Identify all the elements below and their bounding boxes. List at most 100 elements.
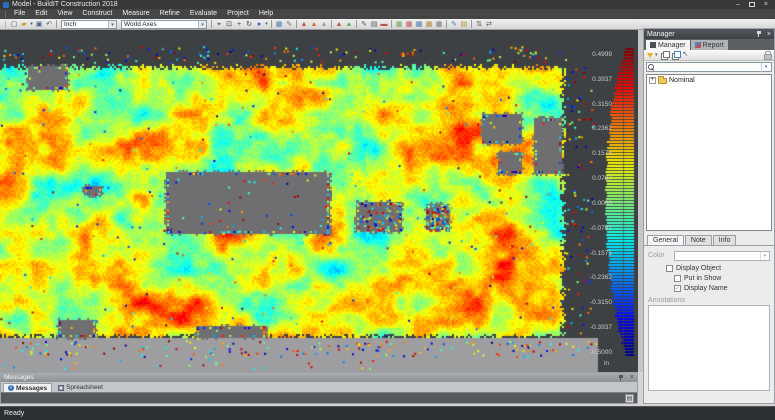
status-bar: Ready [0,406,775,420]
remove-points-icon[interactable]: ▬ [379,20,389,29]
close-icon[interactable]: × [630,373,634,382]
application-window: Model - BuildIT Construction 2018 – × Fi… [0,0,775,420]
folder-icon [658,78,667,84]
tree-item-nominal[interactable]: + Nominal [649,77,769,84]
window-controls: – × [736,0,768,9]
display-object-row: Display Object [666,265,770,272]
tab-spreadsheet[interactable]: Spreadsheet [54,383,107,392]
menu-edit[interactable]: Edit [30,9,52,19]
report-table-4-icon[interactable]: ▦ [424,20,434,29]
scan-tool-3-icon[interactable]: ▲ [319,20,329,29]
tab-general[interactable]: General [647,235,684,245]
put-in-show-row: Put in Show [674,275,770,282]
report-table-icon[interactable]: ▦ [394,20,404,29]
notes-tool-icon[interactable]: ▤ [459,20,469,29]
color-label: Color [648,252,670,259]
pin-icon[interactable] [618,375,624,381]
point-cloud-heatmap[interactable] [0,30,638,372]
duplicate-icon[interactable] [672,51,680,59]
tab-note[interactable]: Note [685,235,712,245]
save-icon[interactable]: ▣ [34,20,44,29]
annotate-icon[interactable]: ✎ [284,20,294,29]
display-name-label: Display Name [684,285,728,292]
target-tool-icon[interactable]: ▲ [334,20,344,29]
manager-toolbar: ▾ ↖ [644,50,774,61]
object-tree[interactable]: + Nominal [646,74,772,231]
coordinate-system-value: World Axes [124,21,157,28]
menu-project[interactable]: Project [222,9,254,19]
report-table-2-icon[interactable]: ▦ [404,20,414,29]
status-text: Ready [4,410,24,417]
filter-dropdown-icon[interactable]: ▾ [655,52,658,58]
scale-units-label: in [604,360,609,367]
messages-options-button[interactable]: ▤ [625,394,634,403]
label-tool-icon[interactable]: ✎ [449,20,459,29]
chevron-down-icon[interactable]: ▾ [108,21,116,28]
info-icon: i [8,385,14,391]
display-object-checkbox[interactable] [666,265,673,272]
open-file-icon[interactable]: ▰ [19,20,29,29]
model-viewport[interactable]: 0.49990.39370.31500.23620.15750.07870.00… [0,30,638,372]
tab-info[interactable]: Info [713,235,737,245]
menu-file[interactable]: File [9,9,30,19]
orbit-tool-icon[interactable]: ↻ [244,20,254,29]
menu-evaluate[interactable]: Evaluate [185,9,222,19]
close-button[interactable]: × [764,0,768,9]
tab-report-label: Report [703,42,724,49]
report-table-3-icon[interactable]: ▦ [414,20,424,29]
search-dropdown-icon[interactable]: ▾ [761,63,770,72]
grid-view-icon[interactable]: ▦ [274,20,284,29]
menu-construct[interactable]: Construct [77,9,117,19]
zoom-window-icon[interactable]: ⊡ [224,20,234,29]
menu-view[interactable]: View [52,9,77,19]
minimize-button[interactable]: – [736,0,740,9]
color-combobox[interactable]: ▾ [674,251,770,261]
toolbar-separator [471,20,472,28]
select-cursor-icon[interactable]: ↖ [683,51,689,59]
title-bar: Model - BuildIT Construction 2018 – × [0,0,775,9]
search-input[interactable] [655,63,761,71]
messages-content[interactable]: ▤ [1,392,637,403]
menu-help[interactable]: Help [254,9,278,19]
tab-manager[interactable]: Manager [646,40,690,50]
new-file-icon[interactable]: ▢ [9,20,19,29]
search-icon [648,64,655,71]
view-dropdown-icon[interactable]: ▾ [264,20,269,29]
sync-left-right-icon[interactable]: ⇄ [484,20,494,29]
menu-measure[interactable]: Measure [117,9,154,19]
sync-up-down-icon[interactable]: ⇅ [474,20,484,29]
undo-icon[interactable]: ↶ [44,20,54,29]
sheet-tool-icon[interactable]: ▤ [369,20,379,29]
chevron-down-icon[interactable]: ▾ [760,252,769,260]
render-mode-icon[interactable]: ● [254,20,264,29]
select-tool-icon[interactable]: ⌖ [214,20,224,29]
scan-tool-2-icon[interactable]: ▲ [309,20,319,29]
scale-tick-label: 0.3937 [572,76,612,84]
chevron-down-icon[interactable]: ▾ [198,21,206,28]
display-name-checkbox[interactable]: ✓ [674,285,681,292]
close-icon[interactable]: × [767,30,771,39]
toolbar-tool-groups: ⌖⊡+↻●▾▦✎▲▲▲▲▲✎▤▬▦▦▦▦▦✎▤⇅⇄ [209,20,494,29]
tree-expand-icon[interactable]: + [649,77,656,84]
report-table-5-icon[interactable]: ▦ [434,20,444,29]
menu-grip [4,11,7,18]
copy-icon[interactable] [661,51,669,59]
maximize-button[interactable] [749,2,755,7]
filter-icon[interactable] [647,53,653,58]
pin-icon[interactable] [756,31,762,38]
scale-tick-label: 0.3150 [572,101,612,109]
pan-tool-icon[interactable]: + [234,20,244,29]
coordinate-system-combobox[interactable]: World Axes ▾ [121,20,207,29]
annotations-textarea[interactable] [648,305,770,391]
search-box[interactable]: ▾ [646,62,772,72]
units-combobox[interactable]: Inch ▾ [61,20,117,29]
tab-messages[interactable]: i Messages [3,383,52,392]
target-tool-2-icon[interactable]: ▲ [344,20,354,29]
lock-icon [763,51,771,59]
edit-cloud-icon[interactable]: ✎ [359,20,369,29]
tab-report[interactable]: Report [691,40,728,50]
put-in-show-checkbox[interactable] [674,275,681,282]
toolbar-grip [4,21,7,28]
scan-tool-icon[interactable]: ▲ [299,20,309,29]
menu-refine[interactable]: Refine [155,9,185,19]
